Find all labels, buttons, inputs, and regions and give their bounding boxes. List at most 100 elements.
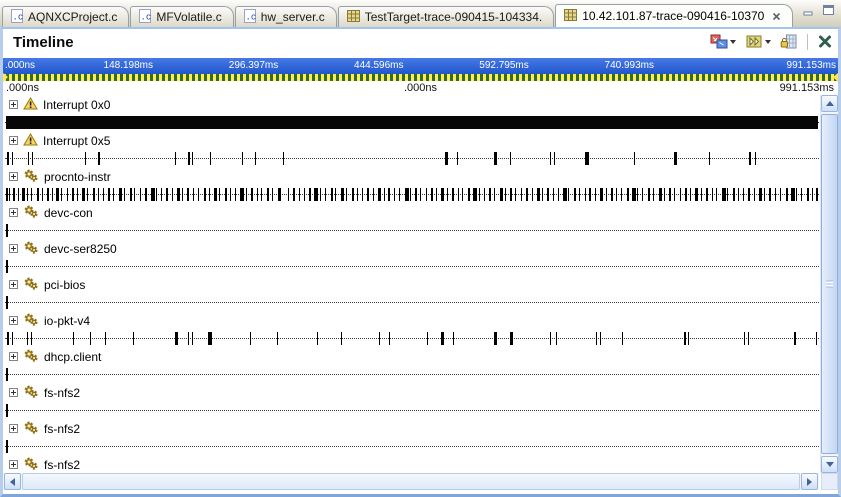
expand-icon[interactable] <box>9 242 18 256</box>
event-tick <box>22 188 25 201</box>
event-tick <box>494 188 495 201</box>
trace-lane[interactable] <box>5 115 819 131</box>
chevron-right-icon <box>807 478 812 486</box>
event-tick <box>384 188 385 201</box>
horizontal-scrollbar[interactable] <box>3 473 819 490</box>
event-tick <box>596 332 597 345</box>
lock-time-icon[interactable] <box>779 33 798 50</box>
event-tick <box>458 188 459 201</box>
scroll-up-button[interactable] <box>821 95 838 112</box>
scroll-left-button[interactable] <box>4 473 21 490</box>
vertical-scrollbar[interactable] <box>820 95 838 473</box>
horizontal-scroll-thumb[interactable] <box>22 473 800 490</box>
trace-row-label-line[interactable]: io-pkt-v4 <box>5 311 819 331</box>
scroll-down-button[interactable] <box>821 456 838 473</box>
trace-row-label-line[interactable]: fs-nfs2 <box>5 383 819 403</box>
event-tick <box>684 332 686 345</box>
dropdown-caret-icon[interactable] <box>730 40 736 44</box>
event-tick <box>219 188 220 201</box>
trace-row-label-line[interactable]: dhcp.client <box>5 347 819 367</box>
event-tick <box>526 188 528 201</box>
ruler-time-label: 740.993ms <box>605 60 654 71</box>
trace-lane[interactable] <box>5 295 819 311</box>
editor-tab[interactable]: TestTarget-trace-090415-104334. <box>338 6 554 27</box>
event-tick <box>680 188 681 201</box>
trace-row: Interrupt 0x0 <box>5 95 819 131</box>
tab-close-icon[interactable] <box>772 12 781 21</box>
window-controls <box>802 4 835 16</box>
event-tick <box>175 332 178 345</box>
scroll-right-button[interactable] <box>801 473 818 490</box>
event-tick <box>452 188 454 201</box>
trace-row-name: dhcp.client <box>44 350 101 364</box>
trace-lane[interactable] <box>5 367 819 383</box>
event-tick <box>250 332 251 345</box>
trace-row-label-line[interactable]: Interrupt 0x0 <box>5 95 819 115</box>
maximize-icon[interactable] <box>822 4 835 16</box>
editor-tab[interactable]: .cAQNXCProject.c <box>2 6 129 27</box>
expand-icon[interactable] <box>9 314 18 328</box>
trace-row-label-line[interactable]: procnto-instr <box>5 167 819 187</box>
trace-row: io-pkt-v4 <box>5 311 819 347</box>
event-tick <box>589 188 591 201</box>
event-tick <box>816 332 817 345</box>
editor-tab[interactable]: .cMFVolatile.c <box>130 6 233 27</box>
expand-icon[interactable] <box>9 458 18 472</box>
event-tick <box>764 188 765 201</box>
event-tick <box>744 332 745 345</box>
tab-label: AQNXCProject.c <box>28 10 117 24</box>
event-tick <box>743 188 744 201</box>
trace-row-label-line[interactable]: devc-ser8250 <box>5 239 819 259</box>
trace-row-label-line[interactable]: fs-nfs2 <box>5 455 819 473</box>
selection-strip[interactable] <box>3 74 838 81</box>
event-tick <box>357 188 358 201</box>
trace-lane[interactable] <box>5 259 819 275</box>
trace-lane[interactable] <box>5 331 819 347</box>
event-tick <box>733 188 735 201</box>
minimize-icon[interactable] <box>802 4 815 16</box>
expand-icon[interactable] <box>9 422 18 436</box>
trace-row-label-line[interactable]: Interrupt 0x5 <box>5 131 819 151</box>
event-tick <box>515 188 516 201</box>
event-tick <box>278 188 281 201</box>
editor-tab[interactable]: .chw_server.c <box>235 6 337 27</box>
event-tick <box>314 188 318 201</box>
trace-row-label-line[interactable]: fs-nfs2 <box>5 419 819 439</box>
trace-row-label-line[interactable]: pci-bios <box>5 275 819 295</box>
vertical-scroll-thumb[interactable] <box>821 114 838 454</box>
close-icon[interactable] <box>817 34 833 49</box>
event-tick <box>12 332 13 345</box>
trace-lane[interactable] <box>5 151 819 167</box>
event-tick <box>801 188 802 201</box>
event-tick <box>500 188 503 201</box>
trace-lane[interactable] <box>5 187 819 203</box>
event-tick <box>151 188 155 201</box>
event-tick <box>637 188 638 201</box>
dropdown-caret-icon[interactable] <box>765 40 771 44</box>
trace-lane[interactable] <box>5 403 819 419</box>
expand-icon[interactable] <box>9 278 18 292</box>
trace-lane[interactable] <box>5 439 819 455</box>
warning-icon <box>23 97 38 113</box>
editor-link-icon[interactable] <box>709 33 737 50</box>
editor-tab[interactable]: 10.42.101.87-trace-090416-10370 <box>555 4 793 27</box>
event-tick <box>335 188 336 201</box>
event-tick <box>283 152 284 165</box>
expand-icon[interactable] <box>9 134 18 148</box>
event-tick <box>695 188 698 201</box>
event-tick <box>235 188 236 201</box>
system-profiler-window: .cAQNXCProject.c.cMFVolatile.c.chw_serve… <box>0 0 841 497</box>
expand-icon[interactable] <box>9 350 18 364</box>
expand-icon[interactable] <box>9 170 18 184</box>
timeline-ruler[interactable]: .000ns148.198ms296.397ms444.596ms592.795… <box>3 58 838 74</box>
event-tick <box>9 188 10 201</box>
expand-icon[interactable] <box>9 386 18 400</box>
event-tick <box>87 188 88 201</box>
event-tick <box>246 188 247 201</box>
expand-icon[interactable] <box>9 98 18 112</box>
trace-lane[interactable] <box>5 223 819 239</box>
expand-icon[interactable] <box>9 206 18 220</box>
event-tick <box>77 188 78 201</box>
navigate-events-icon[interactable] <box>744 33 772 50</box>
trace-row-label-line[interactable]: devc-con <box>5 203 819 223</box>
